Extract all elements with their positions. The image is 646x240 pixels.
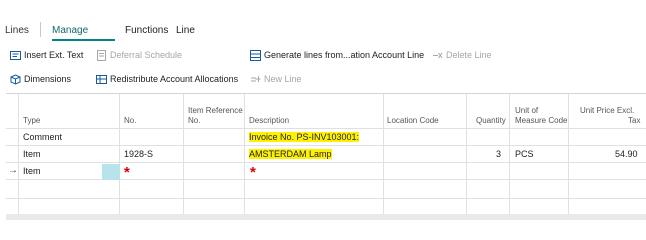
dimensions-icon [10,73,21,85]
row3-description-required-marker: * [250,164,256,181]
dimensions-button[interactable]: Dimensions [10,72,71,86]
redistribute-allocations-label: Redistribute Account Allocations [110,74,239,84]
row2-description[interactable]: AMSTERDAM Lamp [249,149,332,159]
row-divider [6,162,646,163]
tab-line[interactable]: Line [176,25,195,36]
tab-separator [40,22,41,37]
row-divider [6,198,646,199]
header-divider [6,128,646,129]
lines-title: Lines [5,25,29,36]
deferral-schedule-label: Deferral Schedule [110,50,183,60]
column-header-description[interactable]: Description [249,116,289,126]
column-header-unit-of[interactable]: Unit of [515,106,538,116]
column-header-measure-code[interactable]: Measure Code [515,116,567,126]
schedule-icon [96,49,107,61]
column-header-location-code[interactable]: Location Code [387,116,439,126]
row3-selected-cell[interactable] [102,164,120,180]
lines-tabbar: Lines Manage Functions Line [0,0,646,38]
horizontal-scrollbar[interactable] [6,214,646,220]
column-header-item-reference-no[interactable]: No. [188,116,200,126]
row-divider [6,145,646,146]
column-header-no[interactable]: No. [124,116,136,126]
redistribute-allocations-button[interactable]: Redistribute Account Allocations [96,72,238,86]
lines-grid: Type No. Item Reference No. Description … [6,93,646,219]
tab-manage[interactable]: Manage [52,25,88,36]
generate-lines-button[interactable]: Generate lines from...ation Account Line [250,48,424,62]
row2-type[interactable]: Item [23,149,41,159]
current-row-arrow-icon: → [8,165,18,176]
column-header-item-reference[interactable]: Item Reference [188,106,243,116]
row3-type[interactable]: Item [23,166,41,176]
new-line-button[interactable]: New Line [250,72,302,86]
redistribute-icon [96,74,107,85]
row2-quantity[interactable]: 3 [496,149,501,159]
column-header-tax[interactable]: Tax [628,116,640,126]
row1-description[interactable]: Invoice No. PS-INV103001: [249,132,360,142]
column-header-quantity[interactable]: Quantity [476,116,506,126]
active-tab-indicator [52,39,115,41]
generate-lines-icon [250,49,261,61]
insert-ext-text-label: Insert Ext. Text [24,50,84,60]
delete-line-label: Delete Line [446,50,492,60]
new-line-icon [250,74,261,85]
delete-icon [432,50,443,61]
tab-functions[interactable]: Functions [125,25,168,36]
delete-line-button[interactable]: Delete Line [432,48,492,62]
row2-unit-price[interactable]: 54.90 [615,149,638,159]
row2-unit-of-measure[interactable]: PCS [515,149,534,159]
row3-no-required-marker: * [124,164,130,181]
insert-text-icon [10,50,21,61]
column-header-unit-price[interactable]: Unit Price Excl. [580,106,634,116]
row2-no[interactable]: 1928-S [124,149,153,159]
insert-ext-text-button[interactable]: Insert Ext. Text [10,48,83,62]
deferral-schedule-button[interactable]: Deferral Schedule [96,48,182,62]
generate-lines-label: Generate lines from...ation Account Line [264,50,425,60]
row1-type[interactable]: Comment [23,132,62,142]
column-header-type[interactable]: Type [23,116,40,126]
dimensions-label: Dimensions [24,74,72,84]
new-line-label: New Line [264,74,302,84]
